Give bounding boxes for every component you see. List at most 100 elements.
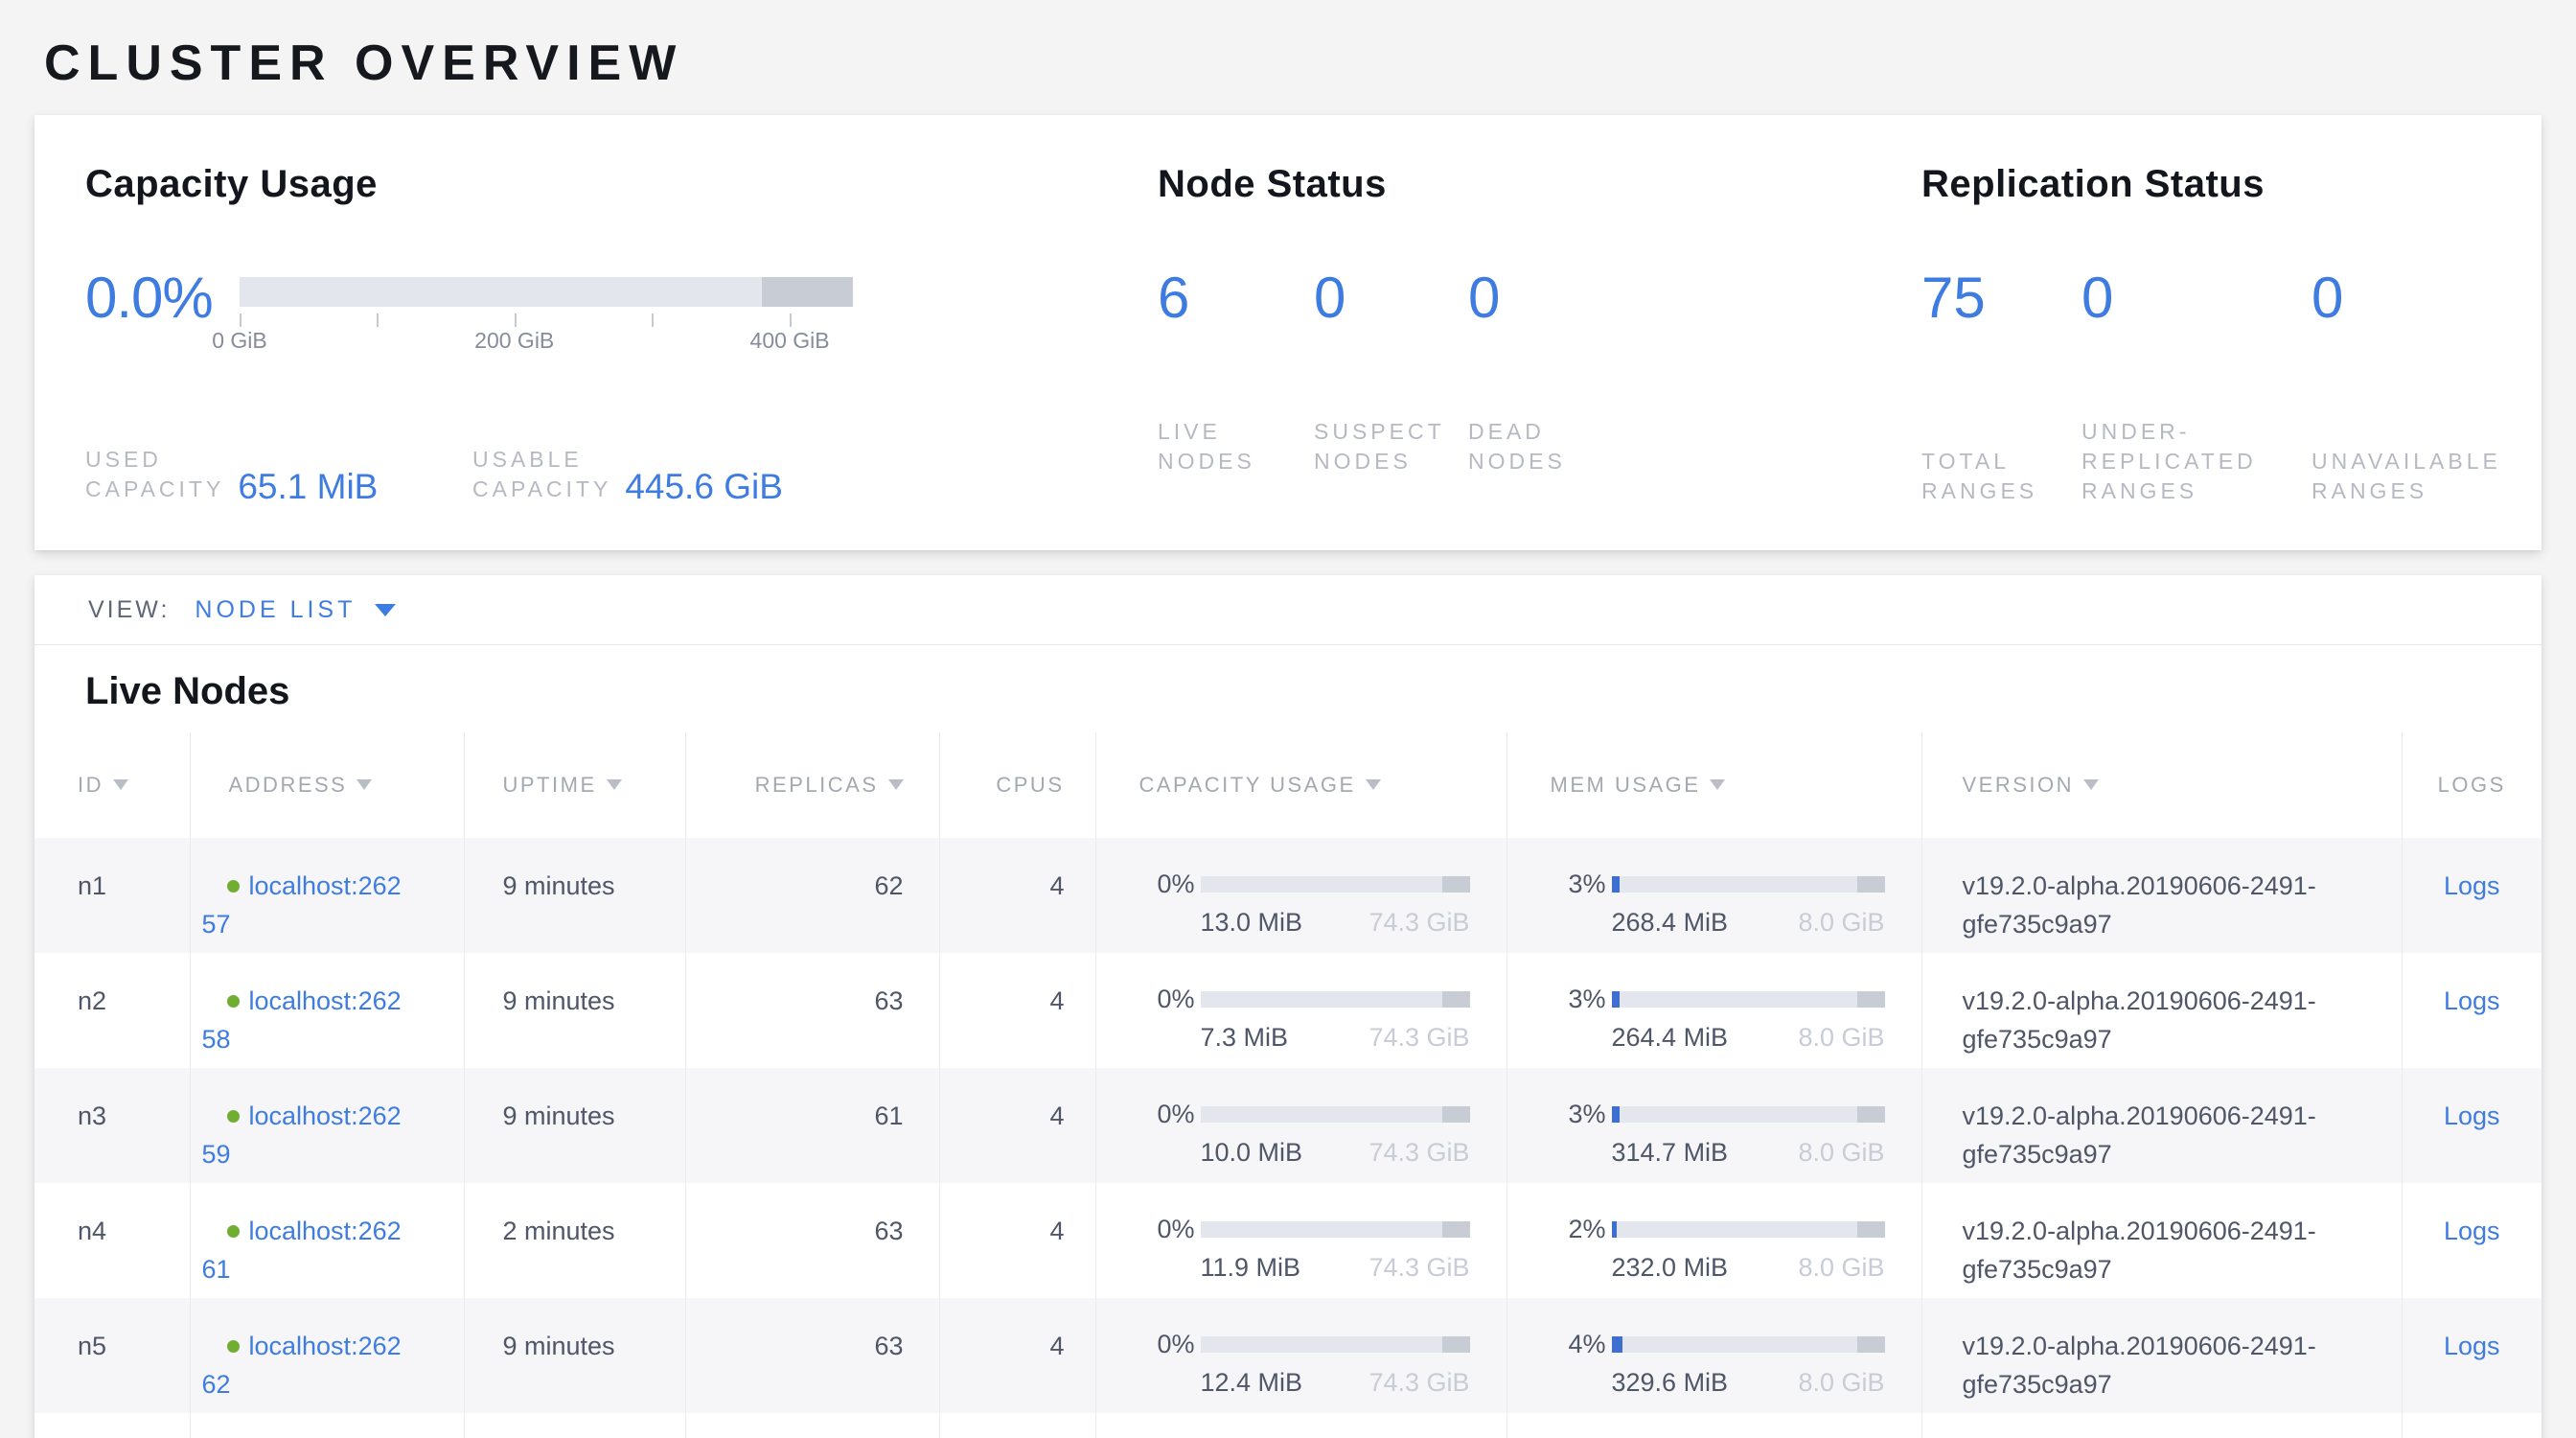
mem-usage-cell: 2% 232.0 MiB 8.0 GiB bbox=[1506, 1183, 1921, 1298]
table-row: n2 localhost:26258 9 minutes 63 4 0% 7.3… bbox=[34, 953, 2542, 1068]
mem-percent-label: 2% bbox=[1551, 1210, 1606, 1248]
mem-bar-reserved-segment bbox=[1857, 1221, 1885, 1238]
node-id-cell: n4 bbox=[34, 1183, 190, 1298]
mem-usage-bar bbox=[1612, 1106, 1885, 1123]
axis-label-200gib: 200 GiB bbox=[474, 328, 554, 354]
node-address-link[interactable]: localhost:26257 bbox=[202, 871, 464, 943]
capacity-usage-bar bbox=[1201, 1106, 1470, 1123]
column-header-id[interactable]: ID bbox=[34, 732, 190, 838]
total-ranges-count: 75 bbox=[1921, 267, 2082, 329]
view-label: VIEW: bbox=[88, 596, 170, 624]
replicas-cell: 62 bbox=[685, 838, 939, 953]
table-body: n1 localhost:26257 9 minutes 62 4 0% 13.… bbox=[34, 838, 2542, 1438]
capacity-bar-chart: 0 GiB 200 GiB 400 GiB bbox=[240, 267, 853, 353]
live-status-icon bbox=[227, 1340, 240, 1353]
view-bar: VIEW: NODE LIST bbox=[34, 575, 2542, 645]
replicas-cell: 63 bbox=[685, 1183, 939, 1298]
mem-bar-fill bbox=[1612, 1221, 1618, 1238]
logs-cell: Logs bbox=[2402, 953, 2542, 1068]
logs-link[interactable]: Logs bbox=[2444, 1332, 2500, 1360]
usable-capacity-label: USABLE CAPACITY bbox=[472, 445, 611, 504]
version-cell: v19.2.0-alpha.20190606-2491-gfe735c9a97 bbox=[1921, 838, 2402, 953]
cpus-cell: 4 bbox=[939, 1183, 1095, 1298]
replicas-cell: 63 bbox=[685, 1298, 939, 1413]
live-nodes-count: 6 bbox=[1158, 267, 1314, 329]
node-id-cell: n1 bbox=[34, 838, 190, 953]
capacity-total-value: 74.3 GiB bbox=[1368, 903, 1469, 941]
live-status-icon bbox=[227, 1110, 240, 1123]
table-row: n5 localhost:26262 9 minutes 63 4 0% 12.… bbox=[34, 1298, 2542, 1413]
uptime-cell: 9 minutes bbox=[464, 953, 685, 1068]
capacity-used-value: 7.3 MiB bbox=[1201, 1018, 1289, 1056]
logs-link[interactable]: Logs bbox=[2444, 986, 2500, 1015]
mem-bar-fill bbox=[1612, 991, 1621, 1008]
capacity-stats: USED CAPACITY 65.1 MiB USABLE CAPACITY 4… bbox=[85, 445, 1158, 504]
capacity-total-value: 74.3 GiB bbox=[1368, 1248, 1469, 1287]
node-status-section: Node Status 6 0 0 LIVENODES SUSPECTNODES… bbox=[1158, 163, 1921, 550]
capacity-total-value: 74.3 GiB bbox=[1368, 1363, 1469, 1402]
node-status-labels: LIVENODES SUSPECTNODES DEADNODES bbox=[1158, 417, 1921, 476]
view-selected-option[interactable]: NODE LIST bbox=[195, 596, 356, 624]
used-capacity-label: USED CAPACITY bbox=[85, 445, 224, 504]
replication-status-section: Replication Status 75 0 0 TOTALRANGES UN… bbox=[1921, 163, 2542, 550]
logs-cell: Logs bbox=[2402, 1298, 2542, 1413]
logs-link[interactable]: Logs bbox=[2444, 871, 2500, 900]
column-header-capacity-usage[interactable]: CAPACITY USAGE bbox=[1095, 732, 1506, 838]
live-status-icon bbox=[227, 995, 240, 1008]
mem-usage-bar bbox=[1612, 1221, 1885, 1238]
capacity-usage-cell: 0% 10.0 MiB 74.3 GiB bbox=[1095, 1068, 1506, 1183]
capacity-total-value: 74.3 GiB bbox=[1368, 1018, 1469, 1056]
used-capacity-value: 65.1 MiB bbox=[238, 470, 378, 504]
table-row: n4 localhost:26261 2 minutes 63 4 0% 11.… bbox=[34, 1183, 2542, 1298]
node-address-link[interactable]: localhost:26258 bbox=[202, 986, 464, 1058]
usable-capacity-value: 445.6 GiB bbox=[625, 470, 783, 504]
live-status-icon bbox=[227, 1225, 240, 1238]
node-address-link[interactable]: localhost:26261 bbox=[202, 1217, 464, 1288]
live-status-icon bbox=[227, 880, 240, 893]
uptime-cell: 9 minutes bbox=[464, 1068, 685, 1183]
logs-cell: Logs bbox=[2402, 1183, 2542, 1298]
unavailable-ranges-label: UNAVAILABLERANGES bbox=[2312, 447, 2501, 506]
node-address-link[interactable]: localhost:26262 bbox=[202, 1332, 464, 1403]
logs-link[interactable]: Logs bbox=[2444, 1102, 2500, 1130]
node-address-cell: localhost:26258 bbox=[190, 953, 464, 1068]
sort-arrow-icon bbox=[1366, 779, 1381, 790]
mem-bar-fill bbox=[1612, 876, 1621, 893]
column-header-mem-usage[interactable]: MEM USAGE bbox=[1506, 732, 1921, 838]
page-title: CLUSTER OVERVIEW bbox=[44, 35, 2542, 92]
total-ranges-label: TOTALRANGES bbox=[1921, 447, 2082, 506]
capacity-usage-bar bbox=[1201, 1221, 1470, 1238]
sort-arrow-icon bbox=[607, 779, 622, 790]
capacity-bar-reserved-segment bbox=[1442, 991, 1469, 1008]
capacity-percent-label: 0% bbox=[1139, 865, 1195, 903]
live-nodes-table: ID ADDRESS UPTIME REPLICAS CPUS CAPACITY… bbox=[34, 732, 2542, 1438]
mem-total-value: 8.0 GiB bbox=[1798, 1363, 1884, 1402]
dead-nodes-label: DEADNODES bbox=[1468, 417, 1566, 476]
view-selector[interactable]: NODE LIST bbox=[195, 596, 396, 624]
unavailable-ranges-count: 0 bbox=[2312, 267, 2343, 329]
capacity-used-value: 12.4 MiB bbox=[1201, 1363, 1303, 1402]
capacity-bar-reserved-segment bbox=[1442, 1106, 1469, 1123]
mem-usage-cell: 3% 264.4 MiB 8.0 GiB bbox=[1506, 953, 1921, 1068]
suspect-nodes-count: 0 bbox=[1314, 267, 1468, 329]
mem-usage-cell: 3% 268.4 MiB 8.0 GiB bbox=[1506, 838, 1921, 953]
column-header-version[interactable]: VERSION bbox=[1921, 732, 2402, 838]
capacity-used-value: 13.0 MiB bbox=[1201, 903, 1303, 941]
axis-label-0gib: 0 GiB bbox=[212, 328, 267, 354]
logs-link[interactable]: Logs bbox=[2444, 1217, 2500, 1245]
column-header-replicas[interactable]: REPLICAS bbox=[685, 732, 939, 838]
capacity-usage-cell: 0% 11.9 MiB 74.3 GiB bbox=[1095, 1183, 1506, 1298]
cpus-cell: 4 bbox=[939, 1298, 1095, 1413]
uptime-cell: 9 minutes bbox=[464, 1298, 685, 1413]
table-header-row: ID ADDRESS UPTIME REPLICAS CPUS CAPACITY… bbox=[34, 732, 2542, 838]
capacity-bar-reserved-segment bbox=[762, 277, 853, 307]
column-header-uptime[interactable]: UPTIME bbox=[464, 732, 685, 838]
summary-card: Capacity Usage 0.0% bbox=[34, 115, 2542, 550]
node-id-cell: n2 bbox=[34, 953, 190, 1068]
chevron-down-icon bbox=[375, 604, 396, 616]
mem-percent-label: 3% bbox=[1551, 865, 1606, 903]
node-address-link[interactable]: localhost:26259 bbox=[202, 1102, 464, 1173]
column-header-address[interactable]: ADDRESS bbox=[190, 732, 464, 838]
capacity-percent-label: 0% bbox=[1139, 1325, 1195, 1363]
node-address-cell: localhost:26257 bbox=[190, 838, 464, 953]
